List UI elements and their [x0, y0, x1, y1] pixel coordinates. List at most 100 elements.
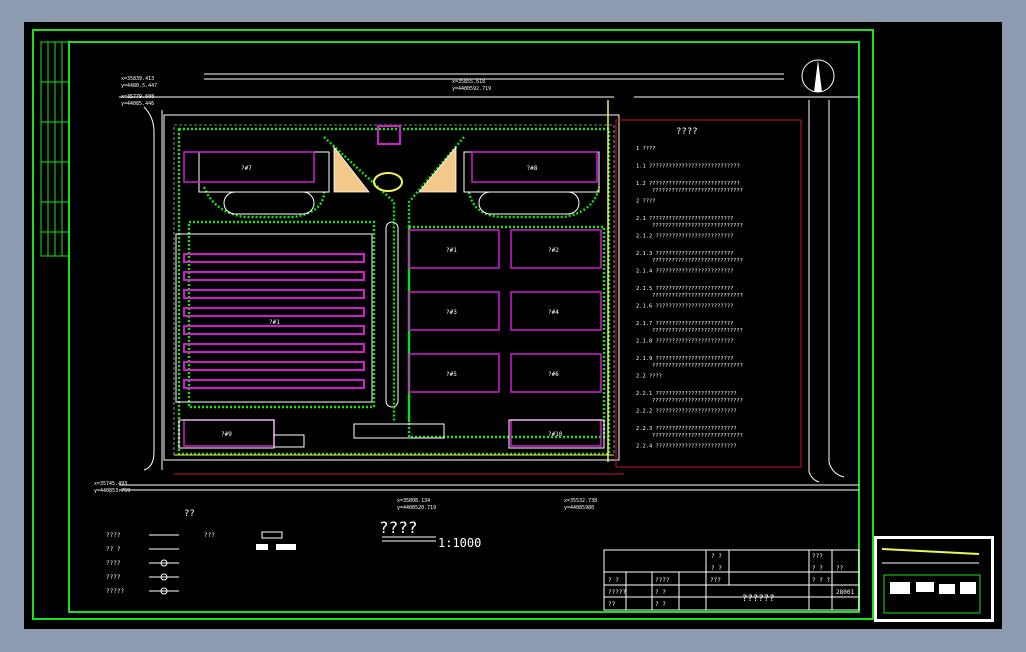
legend-label: ???? — [106, 532, 121, 539]
note-line: 2.2.1 ????????????????????????? — [636, 391, 737, 397]
coordinate-x: x=35855.618 — [452, 79, 485, 85]
north-arrow-icon — [801, 59, 835, 93]
title-block-cell: ? ? — [711, 565, 722, 572]
workshop-bay — [183, 307, 365, 317]
note-line: 2.1.5 ???????????????????????? — [636, 286, 733, 292]
legend-title: ?? — [184, 509, 195, 519]
building-label: ?#3 — [446, 309, 457, 316]
workshop-bay — [183, 253, 365, 263]
workshop-bay — [183, 343, 365, 353]
central-axis-road — [385, 221, 399, 408]
building-label: ?#4 — [548, 309, 559, 316]
title-block-cell: ? ? — [812, 565, 823, 572]
coordinate-y: y=4480.5.447 — [121, 83, 157, 89]
note-line: 1.2 ???????????????????????????? — [636, 181, 740, 187]
legend-symbol — [149, 587, 179, 595]
note-line: ???????????????????????????? — [652, 433, 743, 439]
note-line: 2.1 ?????????????????????????? — [636, 216, 733, 222]
coordinate-x: x=35745.493 — [94, 481, 127, 487]
coordinate-y: y=440853.759 — [94, 488, 130, 494]
building-label: ?#6 — [548, 371, 559, 378]
coordinate-y: y=44085.446 — [121, 101, 154, 107]
workshop-bay — [183, 289, 365, 299]
legend-label: ???? — [106, 560, 121, 567]
note-line: 2.1.9 ???????????????????????? — [636, 356, 733, 362]
legend-label: ?? ? — [106, 546, 121, 553]
note-line: 2.2.3 ????????????????????????? — [636, 426, 737, 432]
title-block-cell: ? ? — [655, 601, 666, 608]
building-label: ?#8 — [527, 165, 538, 172]
site-plan-drawing: ?#1 ?#2 ?#3 ?#4 ?#5 ?#6 ?#7 ?#8 ?#9 ?#10 ?#1 x=358… — [32, 29, 994, 622]
drawing-number: 28001 — [836, 589, 854, 596]
note-line: 2.1.6 ???????????????????????? — [636, 304, 733, 310]
note-line: ???????????????????????????? — [652, 188, 743, 194]
legend-label: ??? — [204, 532, 215, 539]
note-line: 2 ???? — [636, 199, 655, 205]
legend-symbol — [149, 559, 179, 567]
note-line: 1.1 ???????????????????????????? — [636, 164, 740, 170]
north-buildings — [198, 151, 600, 215]
title-block-cell: ?? — [608, 601, 616, 608]
workshop-bay — [183, 379, 365, 389]
note-line: ???????????????????????????? — [652, 223, 743, 229]
title-block-text: ? ?? ????? ?? ???????????????? ?? ? ?? ?… — [608, 553, 854, 608]
note-line: ???????????????????????????? — [652, 293, 743, 299]
note-line: 2.2 ???? — [636, 374, 662, 380]
coordinate-y: y=4408520.719 — [397, 505, 436, 511]
note-line: 1 ???? — [636, 146, 655, 152]
note-line: 2.1.3 ???????????????????????? — [636, 251, 733, 257]
cad-viewport[interactable]: ?#1 ?#2 ?#3 ?#4 ?#5 ?#6 ?#7 ?#8 ?#9 ?#10 ?#1 x=358… — [24, 22, 1002, 629]
note-line: 2.1.4 ???????????????????????? — [636, 269, 733, 275]
notes-title: ???? — [676, 127, 698, 137]
building-label: ?#1 — [446, 247, 457, 254]
legend-label: ???? — [106, 574, 121, 581]
note-line: ???????????????????????????? — [652, 363, 743, 369]
title-block-cell: ??? — [812, 553, 823, 560]
building-label: ?#10 — [548, 431, 563, 438]
layout-preview — [874, 536, 994, 622]
note-line: ???????????????????????????? — [652, 258, 743, 264]
legend: ??????? ?? ?????????????? — [106, 531, 296, 595]
note-line: 2.2.4 ????????????????????????? — [636, 444, 737, 450]
legend-label: ????? — [106, 588, 124, 595]
title-block-cell: ??? — [710, 577, 721, 584]
note-line: 2.2.2 ????????????????????????? — [636, 409, 737, 415]
workshop-bay — [183, 271, 365, 281]
coordinate-x: x=35779.608 — [121, 94, 154, 100]
workshop-bay — [183, 361, 365, 371]
road-network — [119, 73, 859, 491]
building-label: ?#7 — [241, 165, 252, 172]
drawing-name: ?????? — [742, 594, 775, 604]
site-boundary — [163, 114, 620, 461]
design-notes: 1 ???? 1.1 ???????????????????????????? 1.… — [636, 146, 743, 450]
coordinate-x: x=35808.134 — [397, 498, 430, 504]
title-block-cell: ? ? — [655, 589, 666, 596]
note-line: 2.1.2 ???????????????????????? — [636, 234, 733, 240]
title-block-cell: ? ? ? — [812, 577, 830, 584]
note-line: 2.1.7 ???????????????????????? — [636, 321, 733, 327]
title-block-cell: ???? — [655, 577, 670, 584]
building-label: ?#9 — [221, 431, 232, 438]
binding-margin-grid — [40, 41, 70, 257]
title-block-cell: ? ? — [711, 553, 722, 560]
note-line: ???????????????????????????? — [652, 398, 743, 404]
building-label: ?#2 — [548, 247, 559, 254]
coordinate-y: y=44085980 — [564, 505, 594, 511]
workshop-bay — [183, 325, 365, 335]
title-block-cell: ????? — [608, 589, 626, 596]
outer-frame — [32, 29, 874, 620]
coordinate-x: x=35839.413 — [121, 76, 154, 82]
plan-scale: 1:1000 — [438, 536, 481, 550]
note-line: ???????????????????????????? — [652, 328, 743, 334]
coordinate-x: x=35532.738 — [564, 498, 597, 504]
note-line: 2.1.8 ???????????????????????? — [636, 339, 733, 345]
building-label: ?#5 — [446, 371, 457, 378]
plan-title: ???? — [379, 518, 418, 537]
main-workshop — [175, 233, 373, 403]
legend-symbol — [256, 531, 296, 550]
building-label: ?#1 — [269, 319, 280, 326]
coordinate-y: y=4480592.719 — [452, 86, 491, 92]
title-block-cell: ?? — [836, 565, 844, 572]
legend-symbol — [149, 573, 179, 581]
title-block-cell: ? ? — [608, 577, 619, 584]
